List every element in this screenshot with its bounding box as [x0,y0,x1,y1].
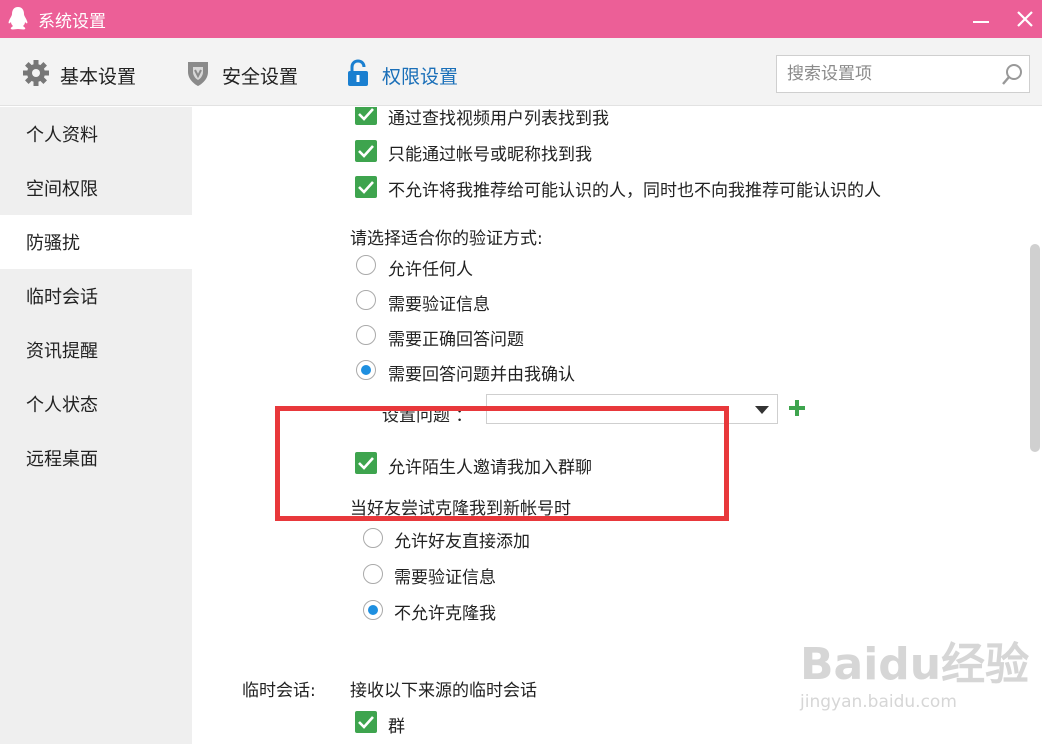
sidebar-item-space-permission[interactable]: 空间权限 [0,161,192,215]
verify-method-heading: 请选择适合你的验证方式: [350,229,543,249]
verify-allow-anyone-radio[interactable] [356,255,376,275]
close-button[interactable] [1012,6,1038,32]
sidebar-item-label: 防骚扰 [26,233,80,254]
sidebar-item-label: 个人资料 [26,125,98,146]
find-by-video-list-checkbox[interactable] [355,107,377,125]
sidebar-item-label: 个人状态 [26,395,98,416]
sidebar-item-remote-desktop[interactable]: 远程桌面 [0,431,192,485]
temp-chat-group-label: 群 [388,717,405,737]
sidebar-item-news-alerts[interactable]: 资讯提醒 [0,323,192,377]
chevron-down-icon [755,406,769,414]
checkmark-icon [358,181,374,194]
no-recommend-label: 不允许将我推荐给可能认识的人，同时也不向我推荐可能认识的人 [388,181,881,201]
clone-heading: 当好友尝试克隆我到新帐号时 [350,499,571,519]
checkmark-icon [358,716,374,729]
clone-disallow-label: 不允许克隆我 [394,604,496,624]
tab-permission-settings[interactable]: 权限设置 [342,38,472,106]
settings-content: 通过查找视频用户列表找到我 只能通过帐号或昵称找到我 不允许将我推荐给可能认识的… [192,107,1042,744]
checkmark-icon [358,457,374,470]
sidebar-item-label: 远程桌面 [26,449,98,470]
sidebar-item-profile[interactable]: 个人资料 [0,107,192,161]
tab-security-label: 安全设置 [222,66,299,88]
verify-need-info-label: 需要验证信息 [388,295,490,315]
sidebar-item-personal-status[interactable]: 个人状态 [0,377,192,431]
verify-need-info-radio[interactable] [356,290,376,310]
verify-correct-answer-radio[interactable] [356,325,376,345]
sidebar-item-label: 资讯提醒 [26,341,98,362]
qq-penguin-icon [8,7,28,30]
checkmark-icon [358,108,374,121]
verify-answer-and-confirm-label: 需要回答问题并由我确认 [388,365,575,385]
clone-allow-direct-label: 允许好友直接添加 [394,532,530,552]
checkmark-icon [358,145,374,158]
add-question-icon[interactable] [788,399,806,417]
question-dropdown[interactable] [486,394,778,424]
temp-chat-section-label: 临时会话: [242,681,316,701]
allow-group-invite-checkbox[interactable] [355,452,377,474]
temp-chat-group-checkbox[interactable] [355,711,377,733]
clone-disallow-radio[interactable] [363,600,383,620]
sidebar-item-temp-chat[interactable]: 临时会话 [0,269,192,323]
no-recommend-checkbox[interactable] [355,176,377,198]
minimize-button[interactable] [968,6,994,32]
gear-icon [23,60,49,86]
sidebar-item-label: 空间权限 [26,179,98,200]
window-title: 系统设置 [38,12,106,32]
find-by-account-only-checkbox[interactable] [355,140,377,162]
clone-allow-direct-radio[interactable] [363,528,383,548]
shield-icon [188,62,208,86]
search-icon[interactable] [999,62,1025,88]
verify-allow-anyone-label: 允许任何人 [388,260,473,280]
verify-correct-answer-label: 需要正确回答问题 [388,330,524,350]
content-scrollbar[interactable] [1030,244,1040,452]
sidebar-nav: 个人资料 空间权限 防骚扰 临时会话 资讯提醒 个人状态 远程桌面 [0,107,192,744]
find-by-video-list-label: 通过查找视频用户列表找到我 [388,109,609,129]
sidebar-item-anti-harassment[interactable]: 防骚扰 [0,215,192,269]
set-question-label: 设置问题 ： [382,406,473,426]
title-bar: 系统设置 [0,0,1042,38]
allow-group-invite-label: 允许陌生人邀请我加入群聊 [388,458,592,478]
search-input[interactable] [787,62,987,86]
tab-basic-settings[interactable]: 基本设置 [20,38,150,106]
settings-toolbar: 基本设置 安全设置 权限设置 [0,38,1042,106]
lock-icon [348,59,368,86]
tab-permission-label: 权限设置 [382,66,459,88]
sidebar-item-label: 临时会话 [26,287,98,308]
tab-security-settings[interactable]: 安全设置 [182,38,312,106]
clone-need-info-label: 需要验证信息 [394,568,496,588]
clone-need-info-radio[interactable] [363,564,383,584]
search-box [776,55,1030,93]
verify-answer-and-confirm-radio[interactable] [356,360,376,380]
tab-basic-label: 基本设置 [60,66,137,88]
temp-chat-heading: 接收以下来源的临时会话 [350,681,537,701]
find-by-account-only-label: 只能通过帐号或昵称找到我 [388,145,592,165]
